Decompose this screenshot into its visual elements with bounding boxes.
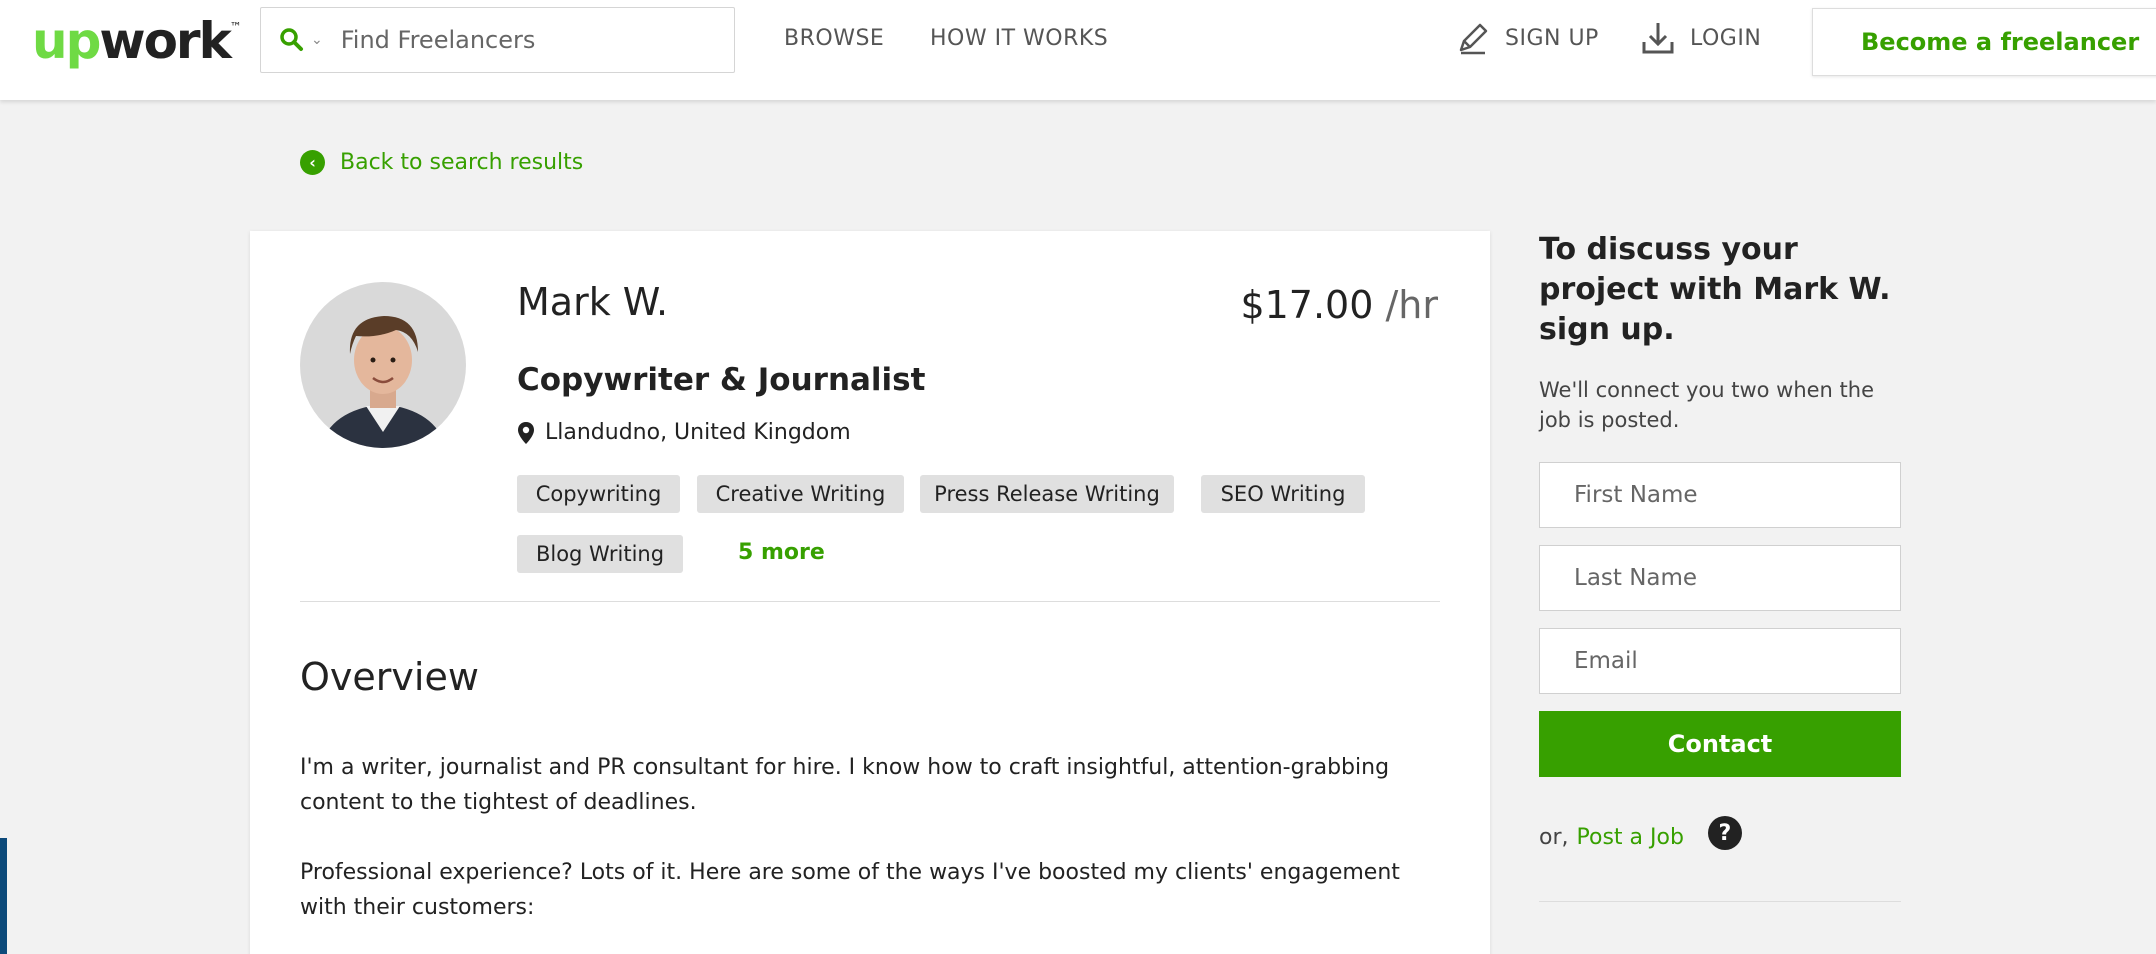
contact-button[interactable]: Contact [1539, 711, 1901, 777]
help-icon[interactable]: ? [1707, 816, 1742, 850]
logo-trademark: ™ [229, 20, 242, 34]
back-link-label: Back to search results [340, 150, 584, 175]
search-icon[interactable] [279, 27, 305, 53]
upwork-logo[interactable]: upwork™ [32, 12, 242, 70]
location-pin-icon [518, 421, 534, 444]
search-input[interactable]: Find Freelancers [341, 26, 536, 54]
pencil-icon [1459, 23, 1488, 55]
location: Llandudno, United Kingdom [517, 420, 851, 445]
skill-tag-creative-writing[interactable]: Creative Writing [697, 475, 904, 513]
hourly-rate: $17.00 /hr [1240, 283, 1438, 327]
skill-tag-press-release-writing[interactable]: Press Release Writing [920, 475, 1174, 513]
chevron-down-icon[interactable]: ⌄ [311, 32, 323, 48]
back-to-search-link[interactable]: ‹ Back to search results [300, 150, 583, 175]
signup-prompt-subtext: We'll connect you two when the job is po… [1539, 378, 1875, 432]
logo-text: work [99, 12, 231, 70]
avatar-photo [300, 282, 466, 448]
rate-unit: /hr [1373, 283, 1438, 327]
divider [300, 601, 1440, 602]
nav-browse-link[interactable]: BROWSE [784, 26, 884, 51]
overview-heading: Overview [300, 655, 479, 699]
nav-how-it-works-link[interactable]: HOW IT WORKS [930, 26, 1108, 51]
login-label: LOGIN [1690, 25, 1762, 51]
first-name-field[interactable] [1539, 462, 1901, 528]
last-name-field[interactable] [1539, 545, 1901, 611]
skill-tag-blog-writing[interactable]: Blog Writing [517, 535, 683, 573]
or-text: or, [1539, 824, 1569, 850]
signup-prompt-heading: To discuss your project with Mark W. sig… [1539, 232, 1891, 347]
post-job-row: or, Post a Job ? [1539, 816, 1742, 854]
become-freelancer-button[interactable]: Become a freelancer [1812, 8, 2156, 76]
search-box[interactable]: ⌄ Find Freelancers [260, 7, 735, 73]
logo-accent: up [32, 12, 101, 70]
page-edge-decoration [0, 838, 7, 954]
email-field[interactable] [1539, 628, 1901, 694]
freelancer-name: Mark W. [517, 280, 669, 324]
overview-paragraph: I'm a writer, journalist and PR consulta… [300, 755, 1390, 815]
rate-amount: $17.00 [1240, 283, 1374, 327]
back-chevron-icon: ‹ [300, 150, 325, 175]
more-skills-link[interactable]: 5 more [738, 540, 825, 565]
avatar [300, 282, 466, 448]
top-navigation-bar: upwork™ ⌄ Find Freelancers BROWSE HOW IT… [0, 0, 2156, 100]
skill-tag-copywriting[interactable]: Copywriting [517, 475, 680, 513]
location-text: Llandudno, United Kingdom [545, 420, 851, 445]
download-icon [1642, 23, 1674, 54]
overview-paragraph: Professional experience? Lots of it. Her… [300, 860, 1400, 920]
post-a-job-link[interactable]: Post a Job [1577, 825, 1684, 850]
freelancer-title: Copywriter & Journalist [517, 362, 926, 398]
sign-up-label: SIGN UP [1505, 25, 1599, 51]
sign-up-link[interactable]: SIGN UP [1455, 20, 1599, 56]
login-link[interactable]: LOGIN [1640, 20, 1761, 56]
sidebar-divider [1539, 901, 1901, 902]
skill-tag-seo-writing[interactable]: SEO Writing [1201, 475, 1365, 513]
